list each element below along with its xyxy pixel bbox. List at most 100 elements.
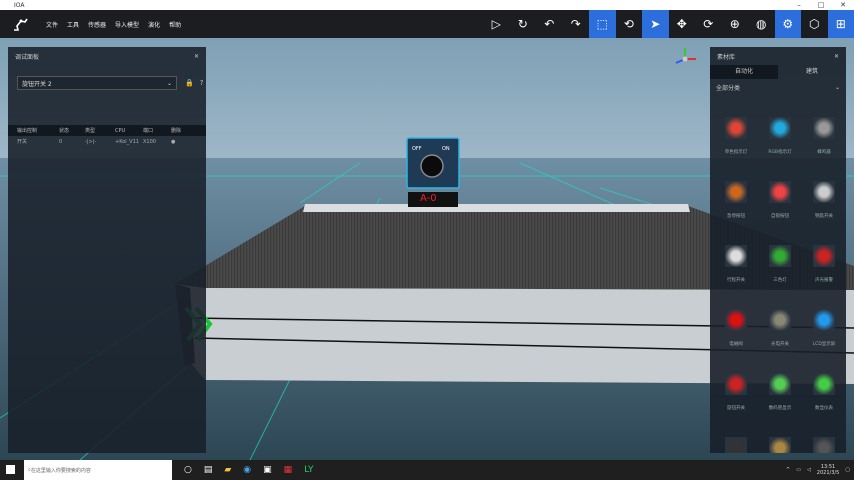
asset-item[interactable]: 蜂鸣器 xyxy=(804,101,844,165)
robot-arm-logo-icon xyxy=(12,17,30,31)
windows-start-icon[interactable] xyxy=(6,465,15,474)
asset-label: 自锁按钮 xyxy=(771,214,789,219)
asset-label: RGB指示灯 xyxy=(768,150,792,155)
menu-file[interactable]: 文件 xyxy=(46,20,58,29)
cell-output: 开关 xyxy=(17,139,28,145)
lock-icon[interactable]: 🔒 xyxy=(185,79,194,87)
asset-item[interactable]: 急停按钮 xyxy=(716,165,756,229)
chevron-down-icon: ⌄ xyxy=(166,79,172,87)
menu-tools[interactable]: 工具 xyxy=(67,20,79,29)
io-table-header: 输出控制 状态 类型 CPU 端口 删除 xyxy=(8,125,206,136)
taskbar-search[interactable]: ⌕ 在这里输入你要搜索的内容 xyxy=(24,460,172,480)
asset-item[interactable]: LCD显示屏 xyxy=(804,293,844,357)
notification-icon[interactable]: ▢ xyxy=(845,467,850,473)
asset-item[interactable]: 行程开关 xyxy=(716,229,756,293)
col-delete: 删除 xyxy=(171,128,182,134)
pointer-icon[interactable]: ➤ xyxy=(642,10,669,38)
asset-thumbnail-icon xyxy=(725,117,747,139)
col-port: 端口 xyxy=(143,128,154,134)
asset-label: 行程开关 xyxy=(727,278,745,283)
asset-item[interactable]: 三色灯 xyxy=(760,229,800,293)
asset-item[interactable]: 电磁阀 xyxy=(716,293,756,357)
asset-thumbnail-icon xyxy=(769,245,791,267)
asset-item[interactable]: 拨码开关 xyxy=(716,421,756,453)
select-region-icon[interactable]: ⬚ xyxy=(589,10,616,38)
settings-icon[interactable]: ⚙ xyxy=(774,10,801,38)
redo-icon[interactable]: ↷ xyxy=(563,10,590,38)
asset-grid: 单色指示灯 RGB指示灯 蜂鸣器急停按钮 自锁按钮 钥匙开关行程开关 三色灯 声光报警电磁阀… xyxy=(710,95,846,453)
play-icon[interactable]: ▷ xyxy=(483,10,510,38)
asset-item[interactable]: RGB指示灯 xyxy=(760,101,800,165)
asset-label: 数显仪表 xyxy=(815,406,833,411)
cell-state: 0 xyxy=(59,138,63,145)
delete-icon[interactable]: ● xyxy=(171,139,195,145)
debug-panel-header: 调试面板 ✕ xyxy=(8,47,206,65)
globe-icon[interactable]: ◍ xyxy=(748,10,775,38)
asset-item[interactable]: 光电开关 xyxy=(760,293,800,357)
crosshair-icon[interactable]: ⊕ xyxy=(722,10,749,38)
multitask-icon[interactable]: ▤ xyxy=(204,465,213,475)
window-controls: – □ ✕ xyxy=(788,0,854,10)
red-app-icon[interactable]: ▦ xyxy=(284,465,293,475)
display-value: A-0 xyxy=(420,193,437,204)
help-icon[interactable]: ? xyxy=(200,79,204,87)
asset-item[interactable]: 单色指示灯 xyxy=(716,101,756,165)
rotate-icon[interactable]: ⟳ xyxy=(695,10,722,38)
asset-item[interactable]: 数码管显示 xyxy=(760,357,800,421)
knob-on-label: ON xyxy=(442,146,450,152)
knob-dial[interactable] xyxy=(420,154,444,178)
file-explorer-icon[interactable]: ▰ xyxy=(224,465,231,475)
system-tray: ^ ▭ ◁ 13:51 2021/3/5 ▢ xyxy=(786,460,854,480)
asset-label: 数码管显示 xyxy=(768,406,792,411)
camera-rotate-icon[interactable]: ⟲ xyxy=(616,10,643,38)
asset-item[interactable]: 行程控制器 xyxy=(804,421,844,453)
refresh-icon[interactable]: ↻ xyxy=(510,10,537,38)
app-icon[interactable]: ▣ xyxy=(263,465,272,475)
asset-item[interactable]: 数显仪表 xyxy=(804,357,844,421)
asset-item[interactable]: 自锁按钮 xyxy=(760,165,800,229)
grid-icon[interactable]: ⊞ xyxy=(827,10,854,38)
col-state: 状态 xyxy=(59,128,70,134)
table-row[interactable]: 开关 0 -|>|- +Kol_V11 X100 ● xyxy=(8,136,206,147)
cell-cpu: +Kol_V11 xyxy=(115,138,139,145)
close-icon[interactable]: ✕ xyxy=(194,53,199,60)
asset-item[interactable]: 旋钮开关 xyxy=(716,357,756,421)
asset-library-title: 素材库 xyxy=(717,53,736,61)
asset-label: 单色指示灯 xyxy=(724,150,748,155)
chevron-up-icon[interactable]: ^ xyxy=(786,467,790,473)
close-icon[interactable]: ✕ xyxy=(834,53,839,60)
menu-sensors[interactable]: 传感器 xyxy=(88,20,106,29)
device-select[interactable]: 旋钮开关 2 ⌄ xyxy=(17,76,177,90)
axis-gizmo-icon[interactable] xyxy=(672,46,698,72)
clock[interactable]: 13:51 2021/3/5 xyxy=(817,464,839,476)
asset-item[interactable]: 声光报警 xyxy=(804,229,844,293)
task-view-icon[interactable]: ○ xyxy=(184,465,192,475)
menu-import-model[interactable]: 导入模型 xyxy=(115,20,139,29)
asset-thumbnail-icon xyxy=(813,437,835,453)
network-icon[interactable]: ▭ xyxy=(796,467,801,473)
close-icon[interactable]: ✕ xyxy=(832,0,854,10)
menu-evolve[interactable]: 演化 xyxy=(148,20,160,29)
col-cpu: CPU xyxy=(115,127,126,134)
asset-item[interactable]: 钥匙开关 xyxy=(804,165,844,229)
undo-icon[interactable]: ↶ xyxy=(536,10,563,38)
tab-automation[interactable]: 自动化 xyxy=(710,65,778,79)
asset-thumbnail-icon xyxy=(769,117,791,139)
taskbar: ⌕ 在这里输入你要搜索的内容 ○ ▤ ▰ ◉ ▣ ▦ LY ^ ▭ ◁ 13:5… xyxy=(0,460,854,480)
browser-icon[interactable]: ◉ xyxy=(243,465,251,475)
maximize-icon[interactable]: □ xyxy=(810,0,832,10)
ly-app-icon[interactable]: LY xyxy=(304,465,313,475)
asset-thumbnail-icon xyxy=(813,181,835,203)
app-title: IOA xyxy=(14,1,25,9)
chevron-down-icon: ⌄ xyxy=(834,83,840,91)
minimize-icon[interactable]: – xyxy=(788,0,810,10)
asset-item[interactable]: 继电器 xyxy=(760,421,800,453)
tab-building[interactable]: 建筑 xyxy=(778,65,846,79)
asset-label: 旋钮开关 xyxy=(727,406,745,411)
menu-help[interactable]: 帮助 xyxy=(169,20,181,29)
category-dropdown[interactable]: 全部分类 ⌄ xyxy=(716,81,840,93)
move-icon[interactable]: ✥ xyxy=(669,10,696,38)
cube-icon[interactable]: ⬡ xyxy=(801,10,828,38)
asset-thumbnail-icon xyxy=(769,437,791,453)
volume-icon[interactable]: ◁ xyxy=(807,467,811,473)
